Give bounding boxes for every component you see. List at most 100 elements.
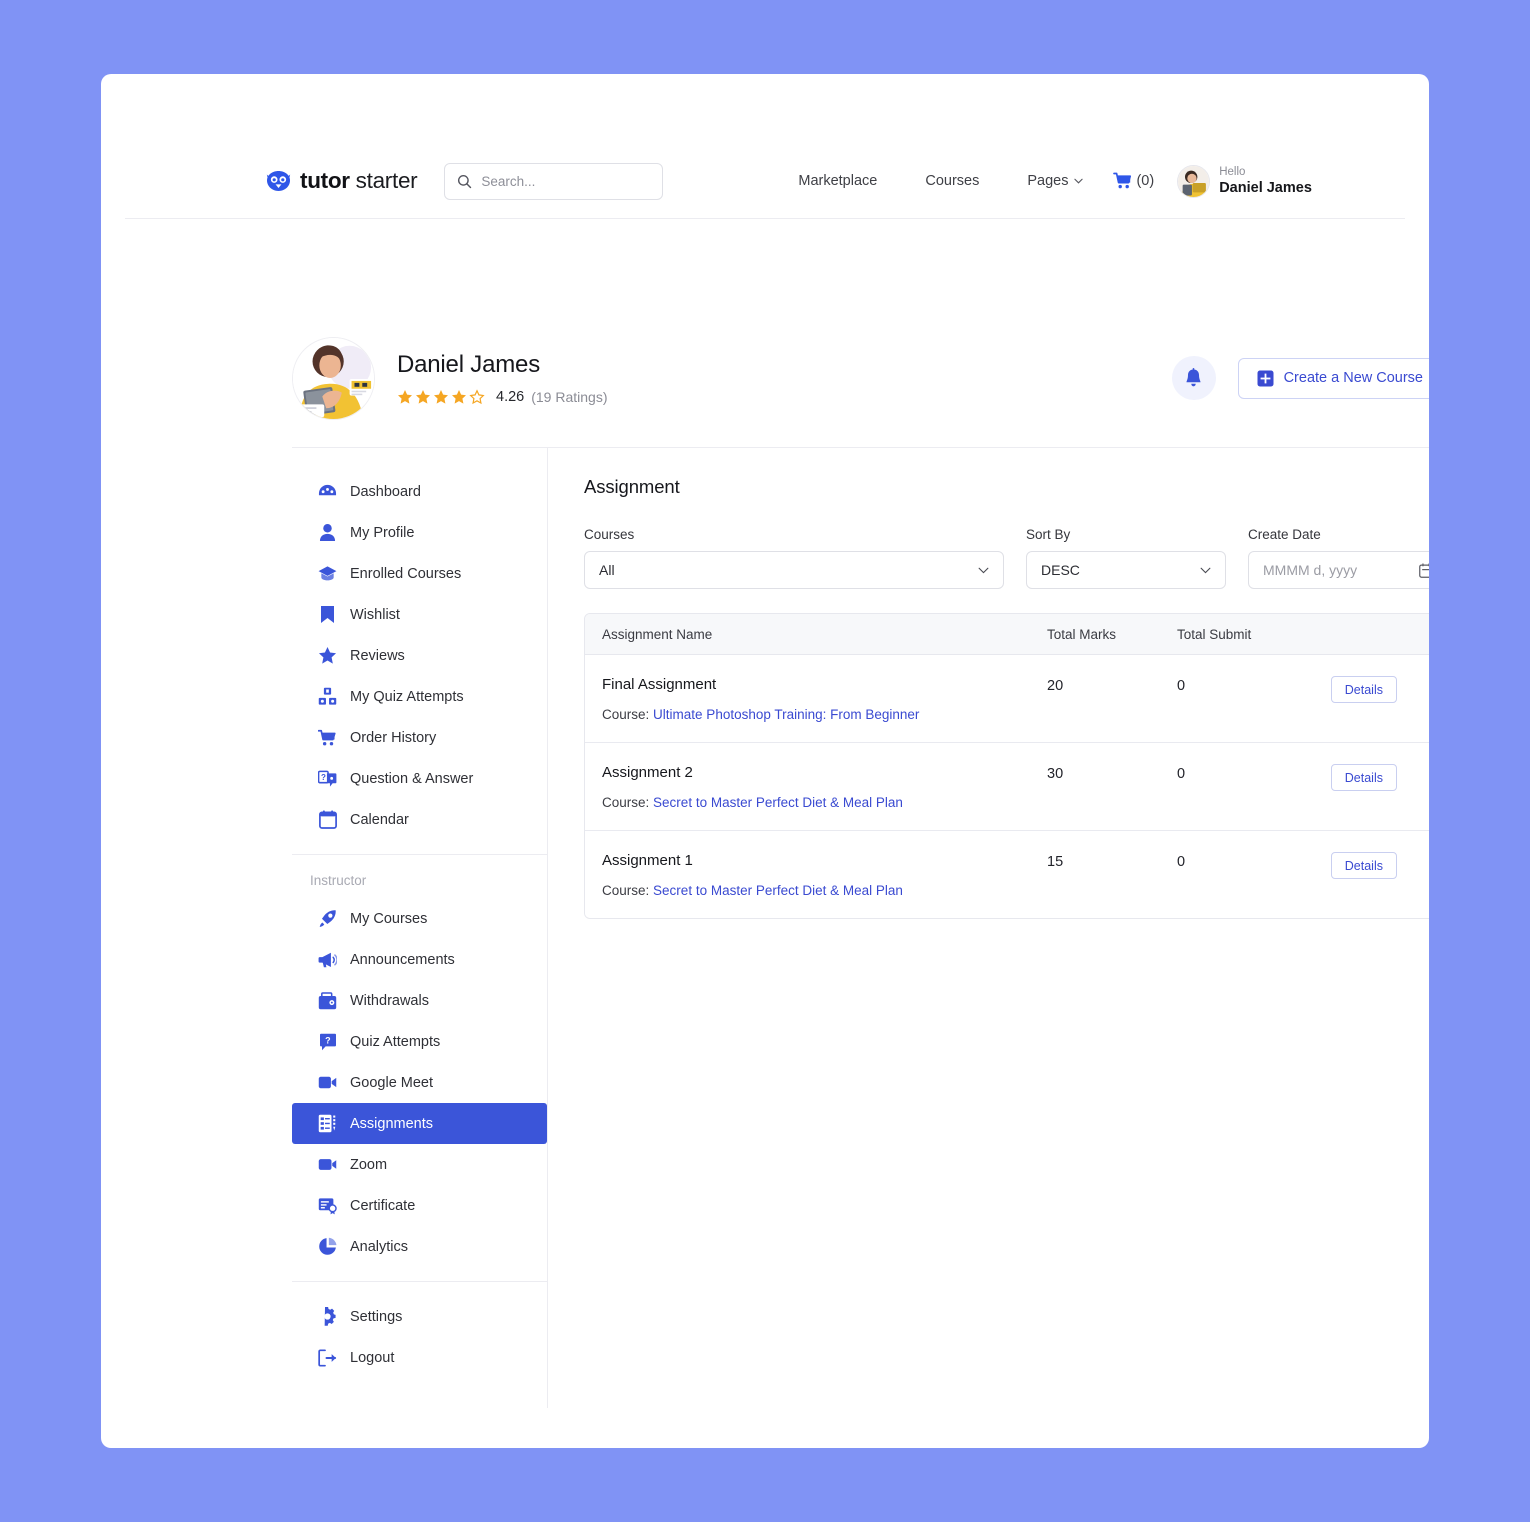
user-greeting: Hello xyxy=(1219,165,1312,179)
search-input[interactable] xyxy=(481,174,650,189)
main-content: Assignment Courses All Sort By DESC xyxy=(548,448,1429,1408)
course-prefix: Course: xyxy=(602,707,649,722)
search-box[interactable] xyxy=(444,163,663,200)
details-button[interactable]: Details xyxy=(1331,852,1397,879)
sidebar-item-label: Google Meet xyxy=(350,1075,433,1091)
notifications-button[interactable] xyxy=(1172,356,1216,400)
nav-pages-label: Pages xyxy=(1027,173,1068,189)
certificate-icon xyxy=(318,1196,337,1215)
create-new-course-button[interactable]: Create a New Course xyxy=(1238,358,1429,399)
sidebar-item-withdrawals[interactable]: Withdrawals xyxy=(292,980,547,1021)
sidebar-item-my-profile[interactable]: My Profile xyxy=(292,512,547,553)
cart-button[interactable]: (0) xyxy=(1113,172,1154,190)
filter-courses: Courses All xyxy=(584,527,1004,589)
row-actions-cell: Details xyxy=(1317,852,1429,879)
sidebar-item-settings[interactable]: Settings xyxy=(292,1296,547,1337)
course-prefix: Course: xyxy=(602,883,649,898)
row-actions-cell: Details xyxy=(1317,676,1429,703)
sidebar-item-label: My Quiz Attempts xyxy=(350,689,464,705)
assignment-name: Assignment 1 xyxy=(602,852,1047,869)
sidebar-item-enrolled-courses[interactable]: Enrolled Courses xyxy=(292,553,547,594)
instructor-avatar xyxy=(292,337,375,420)
rating-value: 4.26 xyxy=(496,389,524,405)
top-navigation-bar: tutor starter Marketplace Courses Pages xyxy=(125,144,1405,219)
sidebar-item-announcements[interactable]: Announcements xyxy=(292,939,547,980)
sidebar-item-logout[interactable]: Logout xyxy=(292,1337,547,1378)
brand-logo-group[interactable]: tutor starter xyxy=(266,168,417,194)
details-button[interactable]: Details xyxy=(1331,676,1397,703)
assignment-course: Course: Secret to Master Perfect Diet & … xyxy=(602,795,1047,810)
question-answer-icon: ? xyxy=(318,769,337,788)
chevron-down-icon xyxy=(1200,567,1211,574)
assignment-icon xyxy=(318,1114,337,1133)
sidebar-item-analytics[interactable]: Analytics xyxy=(292,1226,547,1267)
table-row: Final Assignment Course: Ultimate Photos… xyxy=(585,655,1429,743)
bell-icon xyxy=(1184,368,1203,388)
pie-chart-icon xyxy=(318,1237,337,1256)
user-avatar-image xyxy=(1178,166,1209,197)
details-button[interactable]: Details xyxy=(1331,764,1397,791)
assignment-name-cell: Assignment 1 Course: Secret to Master Pe… xyxy=(585,852,1047,898)
sidebar-item-question-answer[interactable]: ? Question & Answer xyxy=(292,758,547,799)
calendar-icon xyxy=(318,810,337,829)
assignment-name: Final Assignment xyxy=(602,676,1047,693)
total-submit-cell: 0 xyxy=(1177,764,1317,782)
sidebar-item-zoom[interactable]: Zoom xyxy=(292,1144,547,1185)
course-link[interactable]: Ultimate Photoshop Training: From Beginn… xyxy=(653,707,919,722)
user-menu[interactable]: Hello Daniel James xyxy=(1177,165,1312,198)
sidebar-item-google-meet[interactable]: Google Meet xyxy=(292,1062,547,1103)
star-icon xyxy=(318,646,337,665)
sidebar-item-wishlist[interactable]: Wishlist xyxy=(292,594,547,635)
sidebar-item-calendar[interactable]: Calendar xyxy=(292,799,547,840)
sidebar-item-my-courses[interactable]: My Courses xyxy=(292,898,547,939)
dashboard-body: Dashboard My Profile Enrolled Courses xyxy=(292,447,1429,1408)
nav-pages[interactable]: Pages xyxy=(1003,173,1107,189)
sidebar-instructor-group: My Courses Announcements Withdrawals xyxy=(292,898,547,1281)
rating-count: (19 Ratings) xyxy=(531,389,607,405)
assignment-course: Course: Secret to Master Perfect Diet & … xyxy=(602,883,1047,898)
svg-text:?: ? xyxy=(321,772,326,781)
nav-courses[interactable]: Courses xyxy=(901,173,1003,189)
sidebar-item-certificate[interactable]: Certificate xyxy=(292,1185,547,1226)
table-header-row: Assignment Name Total Marks Total Submit xyxy=(585,614,1429,655)
course-link[interactable]: Secret to Master Perfect Diet & Meal Pla… xyxy=(653,795,903,810)
sidebar-item-label: Dashboard xyxy=(350,484,421,500)
filters-bar: Courses All Sort By DESC Create Date xyxy=(584,527,1429,589)
sort-by-select[interactable]: DESC xyxy=(1026,551,1226,589)
star-icon-filled xyxy=(415,389,431,405)
sidebar-item-quiz-attempts[interactable]: ? Quiz Attempts xyxy=(292,1021,547,1062)
sidebar-item-dashboard[interactable]: Dashboard xyxy=(292,471,547,512)
sidebar-item-label: Certificate xyxy=(350,1198,415,1214)
sidebar-item-label: Logout xyxy=(350,1350,394,1366)
instructor-avatar-image xyxy=(293,338,374,419)
sidebar-item-label: Order History xyxy=(350,730,436,746)
sidebar-item-label: My Courses xyxy=(350,911,427,927)
courses-select-value: All xyxy=(599,562,978,578)
sidebar-item-order-history[interactable]: Order History xyxy=(292,717,547,758)
sidebar-item-assignments[interactable]: Assignments xyxy=(292,1103,547,1144)
course-link[interactable]: Secret to Master Perfect Diet & Meal Pla… xyxy=(653,883,903,898)
sidebar-item-my-quiz-attempts[interactable]: My Quiz Attempts xyxy=(292,676,547,717)
dashboard-icon xyxy=(318,482,337,501)
total-marks-cell: 30 xyxy=(1047,764,1177,782)
column-header-total-marks: Total Marks xyxy=(1047,627,1177,642)
calendar-icon xyxy=(1419,563,1429,578)
star-rating xyxy=(397,389,485,405)
total-submit-cell: 0 xyxy=(1177,852,1317,870)
user-name: Daniel James xyxy=(1219,179,1312,197)
create-new-course-label: Create a New Course xyxy=(1284,370,1423,386)
cart-icon xyxy=(1113,172,1133,190)
header-actions: Create a New Course xyxy=(1172,356,1429,400)
table-row: Assignment 1 Course: Secret to Master Pe… xyxy=(585,831,1429,918)
filter-create-date-label: Create Date xyxy=(1248,527,1429,542)
create-date-input[interactable]: MMMM d, yyyy xyxy=(1248,551,1429,589)
courses-select[interactable]: All xyxy=(584,551,1004,589)
sidebar-item-reviews[interactable]: Reviews xyxy=(292,635,547,676)
filter-sort-by-label: Sort By xyxy=(1026,527,1226,542)
course-prefix: Course: xyxy=(602,795,649,810)
nav-marketplace[interactable]: Marketplace xyxy=(774,173,901,189)
megaphone-icon xyxy=(318,950,337,969)
sidebar-item-label: Announcements xyxy=(350,952,455,968)
sidebar-item-label: Reviews xyxy=(350,648,405,664)
video-camera-icon xyxy=(318,1073,337,1092)
